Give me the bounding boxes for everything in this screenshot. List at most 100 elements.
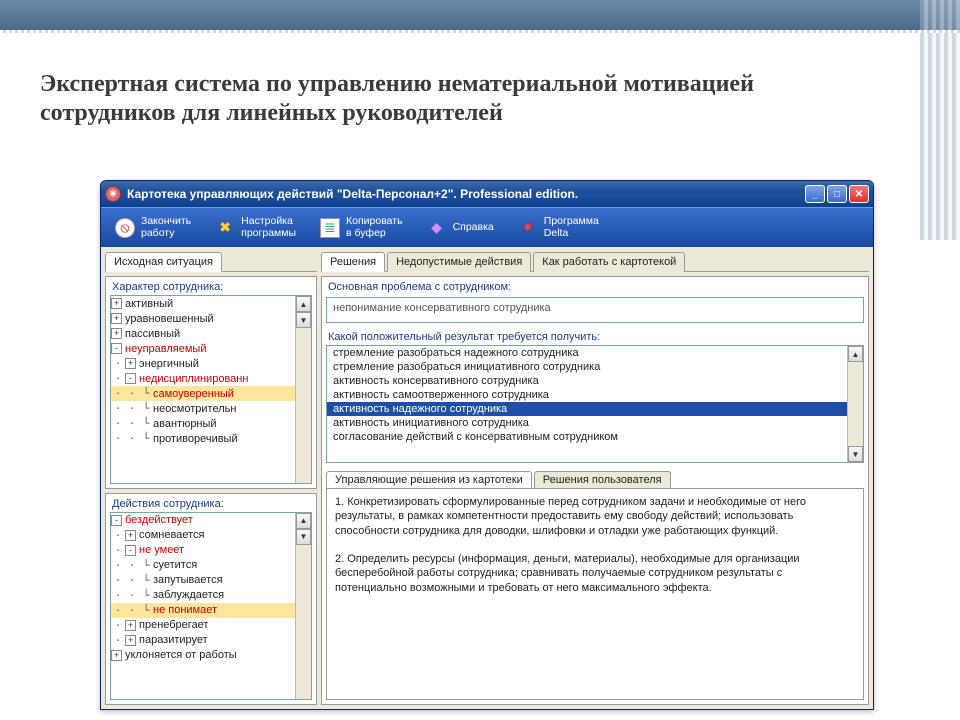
- tree-item[interactable]: ··└неосмотрительн: [111, 401, 295, 416]
- maximize-button[interactable]: □: [827, 185, 847, 203]
- tree-item-label: не умеет: [139, 544, 184, 556]
- scroll-down-icon[interactable]: ▼: [296, 529, 311, 545]
- character-tree[interactable]: +активный+уравновешенный+пассивный-неупр…: [111, 296, 295, 483]
- actions-label: Действия сотрудника:: [106, 494, 316, 512]
- expand-icon[interactable]: +: [125, 358, 136, 369]
- solution-text[interactable]: 1. Конкретизировать сформулированные пер…: [326, 488, 864, 700]
- scroll-down-icon[interactable]: ▼: [296, 312, 311, 328]
- tree-item[interactable]: ··└запутывается: [111, 573, 295, 588]
- result-item[interactable]: активность консервативного сотрудника: [327, 374, 847, 388]
- problem-value-box[interactable]: непонимание консервативного сотрудника: [326, 297, 864, 323]
- gear-icon: ✖: [215, 218, 235, 238]
- expand-icon[interactable]: +: [111, 328, 122, 339]
- tree-item[interactable]: +уклоняется от работы: [111, 648, 295, 663]
- solution-subtabs: Управляющие решения из картотеки Решения…: [326, 471, 864, 488]
- tree-item[interactable]: ·+пренебрегает: [111, 618, 295, 633]
- toolbar-quit[interactable]: ⦸ Закончить работу: [105, 213, 201, 242]
- result-item[interactable]: стремление разобраться инициативного сот…: [327, 360, 847, 374]
- slide-title: Экспертная система по управлению нематер…: [40, 70, 860, 128]
- right-tabs: Решения Недопустимые действия Как работа…: [321, 251, 869, 272]
- tree-item[interactable]: ··└противоречивый: [111, 431, 295, 446]
- toolbar-help[interactable]: ◆ Справка: [417, 215, 504, 241]
- tree-item[interactable]: ··└заблуждается: [111, 588, 295, 603]
- actions-tree[interactable]: -бездействует·+сомневается·-не умеет··└с…: [111, 513, 295, 700]
- tree-item-label: запутывается: [153, 574, 223, 586]
- tree-item[interactable]: ·-недисциплинированн: [111, 371, 295, 386]
- toolbar-copy[interactable]: ≣ Копировать в буфер: [310, 213, 413, 242]
- tree-item[interactable]: ·+сомневается: [111, 528, 295, 543]
- tree-item-label: суетится: [153, 559, 197, 571]
- tree-item-label: неосмотрительн: [153, 403, 236, 415]
- tree-item-label: паразитирует: [139, 634, 208, 646]
- tree-item-label: авантюрный: [153, 418, 217, 430]
- tree-item[interactable]: -бездействует: [111, 513, 295, 528]
- tree-item-label: бездействует: [125, 514, 193, 526]
- tree-item[interactable]: +пассивный: [111, 326, 295, 341]
- tree-item[interactable]: ··└суетится: [111, 558, 295, 573]
- tree-item[interactable]: +уравновешенный: [111, 311, 295, 326]
- expand-icon[interactable]: +: [111, 650, 122, 661]
- app-icon: ✳: [105, 186, 121, 202]
- tab-solutions[interactable]: Решения: [321, 252, 385, 272]
- result-item[interactable]: активность самоотверженного сотрудника: [327, 388, 847, 402]
- tree-item-label: пренебрегает: [139, 619, 208, 631]
- scroll-up-icon[interactable]: ▲: [296, 296, 311, 312]
- expand-icon[interactable]: +: [125, 530, 136, 541]
- tree-item[interactable]: ·+энергичный: [111, 356, 295, 371]
- tree-item-label: пассивный: [125, 328, 180, 340]
- problem-label: Основная проблема с сотрудником:: [322, 277, 868, 295]
- tree-item[interactable]: ·+паразитирует: [111, 633, 295, 648]
- expand-icon[interactable]: -: [111, 343, 122, 354]
- tree-item[interactable]: ··└авантюрный: [111, 416, 295, 431]
- tree-item[interactable]: +активный: [111, 296, 295, 311]
- tree-item-label: противоречивый: [153, 433, 238, 445]
- close-button[interactable]: ✕: [849, 185, 869, 203]
- tree-item-label: неуправляемый: [125, 343, 206, 355]
- tree-item[interactable]: ··└не понимает: [111, 603, 295, 618]
- star-icon: ✷: [518, 218, 538, 238]
- tree-item-label: недисциплинированн: [139, 373, 248, 385]
- tree-item-label: уравновешенный: [125, 313, 214, 325]
- tree-item[interactable]: ·-не умеет: [111, 543, 295, 558]
- tab-source-situation[interactable]: Исходная ситуация: [105, 252, 222, 272]
- scroll-down-icon[interactable]: ▼: [848, 446, 863, 462]
- document-icon: ≣: [320, 218, 340, 238]
- subtab-card-solutions[interactable]: Управляющие решения из картотеки: [326, 471, 532, 488]
- expand-icon[interactable]: -: [125, 373, 136, 384]
- scroll-up-icon[interactable]: ▲: [848, 346, 863, 362]
- expand-icon[interactable]: -: [111, 515, 122, 526]
- result-label: Какой положительный результат требуется …: [322, 327, 868, 345]
- result-item[interactable]: согласование действий с консервативным с…: [327, 430, 847, 444]
- expand-icon[interactable]: +: [125, 620, 136, 631]
- left-tabs: Исходная ситуация: [105, 251, 317, 272]
- tree-item-label: уклоняется от работы: [125, 649, 237, 661]
- result-item[interactable]: активность инициативного сотрудника: [327, 416, 847, 430]
- toolbar-settings[interactable]: ✖ Настройка программы: [205, 213, 306, 242]
- scrollbar[interactable]: ▲ ▼: [847, 346, 863, 462]
- tree-item[interactable]: -неуправляемый: [111, 341, 295, 356]
- result-item[interactable]: активность надежного сотрудника: [327, 402, 847, 416]
- expand-icon[interactable]: +: [111, 313, 122, 324]
- title-bar[interactable]: ✳ Картотека управляющих действий "Delta-…: [101, 181, 873, 207]
- scrollbar[interactable]: ▲ ▼: [295, 296, 311, 483]
- tab-forbidden[interactable]: Недопустимые действия: [387, 252, 531, 272]
- expand-icon[interactable]: -: [125, 545, 136, 556]
- result-item[interactable]: стремление разобраться надежного сотрудн…: [327, 346, 847, 360]
- subtab-user-solutions[interactable]: Решения пользователя: [534, 471, 671, 488]
- scroll-up-icon[interactable]: ▲: [296, 513, 311, 529]
- minimize-button[interactable]: _: [805, 185, 825, 203]
- toolbar: ⦸ Закончить работу ✖ Настройка программы…: [101, 207, 873, 247]
- expand-icon[interactable]: +: [111, 298, 122, 309]
- tree-item-label: активный: [125, 298, 173, 310]
- tree-item[interactable]: ··└самоуверенный: [111, 386, 295, 401]
- tree-item-label: не понимает: [153, 604, 217, 616]
- book-icon: ◆: [427, 218, 447, 238]
- scrollbar[interactable]: ▲ ▼: [295, 513, 311, 700]
- problem-value: непонимание консервативного сотрудника: [327, 298, 863, 318]
- expand-icon[interactable]: +: [125, 635, 136, 646]
- result-list[interactable]: стремление разобраться надежного сотрудн…: [327, 346, 847, 462]
- stop-icon: ⦸: [115, 218, 135, 238]
- toolbar-delta[interactable]: ✷ Программа Delta: [508, 213, 609, 242]
- window-title: Картотека управляющих действий "Delta-Пе…: [127, 187, 799, 201]
- tab-howto[interactable]: Как работать с картотекой: [533, 252, 685, 272]
